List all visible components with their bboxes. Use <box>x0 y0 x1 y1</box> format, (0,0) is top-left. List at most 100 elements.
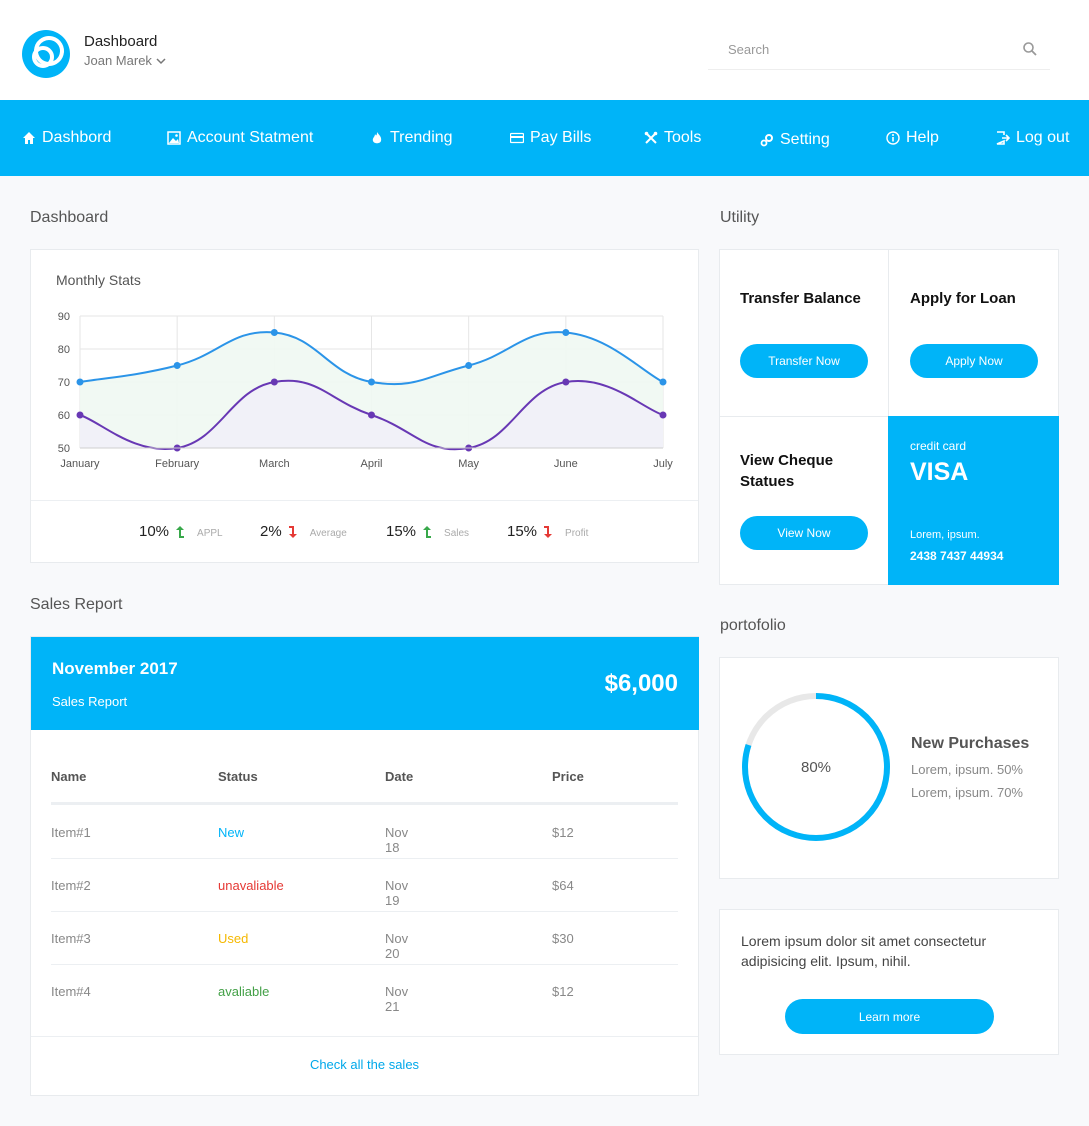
y-tick-label: 80 <box>58 344 70 356</box>
nav-item-label: Trending <box>390 129 453 146</box>
data-point <box>270 378 278 386</box>
credit-card-icon <box>510 132 524 144</box>
column-header-name: Name <box>51 769 87 784</box>
stat-value: 15% <box>507 523 538 540</box>
monthly-stats-card: Monthly Stats 50 60 70 80 90 January February M… <box>30 249 699 563</box>
stat-sales: 15% Sales <box>386 523 469 540</box>
arrow-up-icon <box>423 525 432 538</box>
sales-period: November 2017 <box>52 659 178 678</box>
row-divider <box>51 911 678 912</box>
column-header-date: Date <box>385 769 414 784</box>
x-tick-label: May <box>458 458 479 470</box>
purchase-title: New Purchases <box>911 735 1030 752</box>
nav-item-setting[interactable]: Setting <box>760 102 830 178</box>
sales-subtitle: Sales Report <box>52 694 128 709</box>
chevron-down-icon <box>156 57 166 64</box>
cell-name: Item#1 <box>51 825 91 840</box>
cell-status: Used <box>218 931 249 946</box>
stat-label: APPL <box>197 528 223 539</box>
data-point <box>368 411 375 419</box>
data-point <box>173 362 181 369</box>
gears-icon <box>760 134 773 147</box>
flame-icon <box>372 132 382 144</box>
data-point <box>659 378 667 386</box>
portfolio-card: 80% New Purchases Lorem, ipsum. 50% Lore… <box>719 657 1059 879</box>
loan-title: Apply for Loan <box>910 290 1016 307</box>
apply-loan-cell: Apply for Loan Apply Now <box>888 249 1059 417</box>
main-nav: Dashbord Account Statment Trending Pay B… <box>0 100 1089 176</box>
nav-item-account-statement[interactable]: Account Statment <box>167 100 313 176</box>
transfer-balance-cell: Transfer Balance Transfer Now <box>719 249 889 417</box>
row-divider <box>51 964 678 965</box>
cell-date: Nov 19 <box>385 878 409 908</box>
nav-item-help[interactable]: Help <box>886 100 939 176</box>
logo-icon <box>22 30 70 78</box>
sales-total: $6,000 <box>604 670 678 697</box>
x-tick-label: January <box>60 458 100 470</box>
purchase-line: Lorem, ipsum. 70% <box>911 785 1023 800</box>
nav-item-dashboard[interactable]: Dashbord <box>22 100 111 176</box>
data-point <box>465 362 473 369</box>
data-point <box>659 411 667 419</box>
data-point <box>76 411 84 419</box>
data-point <box>562 378 570 386</box>
stat-label: Profit <box>565 528 589 539</box>
stat-value: 15% <box>386 523 417 540</box>
cheque-title: View Cheque Statues <box>740 452 834 490</box>
data-point <box>76 378 84 386</box>
search-icon[interactable] <box>1022 41 1038 57</box>
nav-item-pay-bills[interactable]: Pay Bills <box>510 100 591 176</box>
data-point <box>368 378 375 386</box>
header: Dashboard Joan Marek <box>0 0 1089 100</box>
arrow-down-icon <box>544 525 553 538</box>
monthly-stats-chart: 50 60 70 80 90 January February March April May Ju… <box>58 311 674 470</box>
stat-value: 10% <box>139 523 170 540</box>
app-title: Dashboard <box>84 33 158 50</box>
cell-status: unavaliable <box>218 878 284 893</box>
image-icon <box>167 131 181 145</box>
stat-value: 2% <box>260 523 282 540</box>
column-header-price: Price <box>552 769 584 784</box>
stat-label: Sales <box>444 528 470 539</box>
promo-card: Lorem ipsum dolor sit amet consectetur a… <box>719 909 1059 1055</box>
stat-profit: 15% Profit <box>507 523 588 540</box>
nav-item-tools[interactable]: Tools <box>644 100 701 176</box>
card-label: credit card <box>910 439 967 453</box>
search-box <box>708 30 1050 70</box>
cell-status: New <box>218 825 245 840</box>
nav-item-logout[interactable]: Log out <box>996 100 1069 176</box>
cell-price: $12 <box>552 984 574 999</box>
y-tick-label: 90 <box>58 311 70 323</box>
x-tick-label: April <box>360 458 382 470</box>
search-input[interactable] <box>708 30 998 68</box>
cell-name: Item#3 <box>51 931 91 946</box>
view-now-button[interactable]: View Now <box>740 516 868 550</box>
data-point <box>562 329 570 336</box>
arrow-up-icon <box>176 525 185 538</box>
arrow-down-icon <box>288 525 297 538</box>
learn-more-button[interactable]: Learn more <box>785 999 994 1034</box>
user-menu[interactable]: Joan Marek <box>84 53 166 68</box>
nav-item-label: Log out <box>1016 129 1070 146</box>
x-tick-label: March <box>259 458 290 470</box>
transfer-now-button[interactable]: Transfer Now <box>740 344 868 378</box>
nav-item-trending[interactable]: Trending <box>370 100 453 176</box>
card-brand: VISA <box>910 458 969 486</box>
portfolio-percent: 80% <box>800 759 832 776</box>
cell-date: Nov 18 <box>385 825 409 855</box>
cell-price: $64 <box>552 878 574 893</box>
promo-text: Lorem ipsum dolor sit amet consectetur a… <box>741 933 987 969</box>
stat-average: 2% Average <box>260 523 347 540</box>
apply-now-button[interactable]: Apply Now <box>910 344 1038 378</box>
card-number: 2438 7437 44934 <box>910 549 1004 563</box>
dashboard-section-title: Dashboard <box>30 209 109 226</box>
card-holder: Lorem, ipsum. <box>910 529 980 541</box>
nav-item-label: Dashbord <box>42 129 112 146</box>
x-tick-label: February <box>155 458 200 470</box>
row-divider <box>51 858 678 859</box>
sales-report-header: November 2017 Sales Report $6,000 <box>31 637 699 730</box>
cell-name: Item#2 <box>51 878 91 893</box>
cell-price: $12 <box>552 825 574 840</box>
check-all-sales-link[interactable]: Check all the sales <box>31 1057 698 1072</box>
stat-label: Average <box>309 528 347 539</box>
